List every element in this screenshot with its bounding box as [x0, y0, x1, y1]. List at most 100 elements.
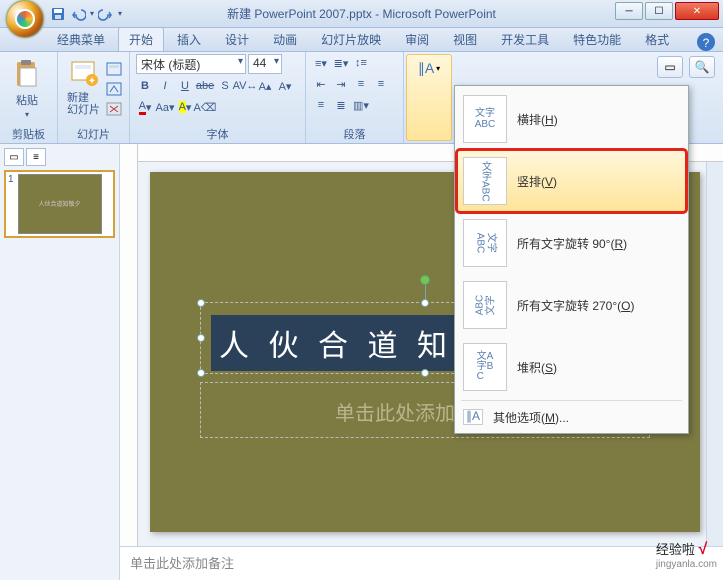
menu-item-vertical[interactable]: 文字ABC 竖排(V) — [457, 150, 686, 212]
check-icon: √ — [698, 541, 707, 558]
quick-access-toolbar: ▾ ▾ — [50, 6, 122, 22]
columns-button[interactable]: ▥▾ — [352, 96, 370, 114]
grow-font-button[interactable]: A▴ — [256, 77, 274, 95]
ribbon-tabs: 经典菜单 开始 插入 设计 动画 幻灯片放映 审阅 视图 开发工具 特色功能 格… — [0, 28, 723, 52]
character-spacing-button[interactable]: AV↔ — [236, 77, 254, 95]
paste-button[interactable]: 粘贴 ▾ — [6, 54, 48, 122]
text-direction-icon: ∥A — [418, 60, 434, 77]
clear-formatting-button[interactable]: A⌫ — [196, 98, 214, 116]
tab-classic-menu[interactable]: 经典菜单 — [46, 27, 116, 51]
minimize-button[interactable]: ─ — [615, 2, 643, 20]
resize-handle-n[interactable] — [421, 299, 429, 307]
shadow-button[interactable]: S — [216, 77, 234, 95]
outline-tab-icon[interactable]: ≡ — [26, 148, 46, 166]
font-name-selector[interactable]: 宋体 (标题) — [136, 54, 246, 74]
menu-item-stacked[interactable]: 文A 字B C 堆积(S) — [457, 336, 686, 398]
paste-label: 粘贴 — [16, 92, 38, 108]
change-case-button[interactable]: Aa▾ — [156, 98, 174, 116]
watermark-url: jingyanla.com — [656, 559, 717, 570]
tab-view[interactable]: 视图 — [442, 27, 488, 51]
shrink-font-button[interactable]: A▾ — [276, 77, 294, 95]
font-color-button[interactable]: A▾ — [136, 98, 154, 116]
increase-indent-button[interactable]: ⇥ — [332, 75, 350, 93]
notes-pane[interactable]: 单击此处添加备注 — [120, 546, 723, 580]
undo-icon[interactable] — [70, 6, 86, 22]
underline-button[interactable]: U — [176, 77, 194, 95]
italic-button[interactable]: I — [156, 77, 174, 95]
close-button[interactable]: ✕ — [675, 2, 719, 20]
rotate-90-icon: 文字 ABC — [463, 219, 507, 267]
slide-thumbnail-pane: ▭ ≡ 1 人伙合道知敬夕 — [0, 144, 120, 580]
delete-slide-icon[interactable] — [105, 100, 123, 118]
save-icon[interactable] — [50, 6, 66, 22]
strikethrough-button[interactable]: abe — [196, 77, 214, 95]
svg-text:✦: ✦ — [87, 76, 95, 87]
qat-customize-icon[interactable]: ▾ — [118, 9, 122, 18]
stacked-icon: 文A 字B C — [463, 343, 507, 391]
resize-handle-sw[interactable] — [197, 369, 205, 377]
tab-design[interactable]: 设计 — [214, 27, 260, 51]
office-button[interactable] — [6, 0, 44, 38]
group-slides-label: 幻灯片 — [58, 126, 129, 142]
more-options-icon: ∥A — [463, 409, 483, 425]
chevron-down-icon: ▾ — [25, 110, 29, 119]
watermark: 经验啦 √ jingyanla.com — [656, 539, 717, 570]
rotate-270-icon: ABC 文字 — [463, 281, 507, 329]
find-button[interactable]: 🔍 — [689, 56, 715, 78]
thumbnail-preview: 人伙合道知敬夕 — [18, 174, 102, 234]
tab-special[interactable]: 特色功能 — [562, 27, 632, 51]
menu-item-rotate-90[interactable]: 文字 ABC 所有文字旋转 90°(R) — [457, 212, 686, 274]
menu-item-rotate-270[interactable]: ABC 文字 所有文字旋转 270°(O) — [457, 274, 686, 336]
slides-tab-icon[interactable]: ▭ — [4, 148, 24, 166]
maximize-button[interactable]: ☐ — [645, 2, 673, 20]
vertical-ruler — [120, 144, 138, 546]
slide-thumbnail-1[interactable]: 1 人伙合道知敬夕 — [4, 170, 115, 238]
align-left-button[interactable]: ≡ — [352, 75, 370, 93]
title-text-selected[interactable]: 人 伙 合 道 知 — [211, 315, 461, 371]
menu-item-horizontal[interactable]: 文字 ABC 横排(H) — [457, 88, 686, 150]
resize-handle-nw[interactable] — [197, 299, 205, 307]
notes-placeholder: 单击此处添加备注 — [130, 556, 234, 571]
group-slides: ✦ 新建 幻灯片 幻灯片 — [58, 52, 130, 143]
tab-animation[interactable]: 动画 — [262, 27, 308, 51]
chevron-down-icon: ▾ — [436, 64, 440, 73]
bullets-button[interactable]: ≡▾ — [312, 54, 330, 72]
layout-icon[interactable] — [105, 60, 123, 78]
text-direction-button[interactable]: ∥A ▾ — [406, 54, 452, 141]
resize-handle-w[interactable] — [197, 334, 205, 342]
align-right-button[interactable]: ≡ — [312, 96, 330, 114]
undo-dropdown-icon[interactable]: ▾ — [90, 9, 94, 18]
line-spacing-button[interactable]: ↕≡ — [352, 54, 370, 72]
resize-handle-s[interactable] — [421, 369, 429, 377]
reset-icon[interactable] — [105, 80, 123, 98]
group-font-label: 字体 — [130, 126, 305, 142]
title-bar: ▾ ▾ 新建 PowerPoint 2007.pptx - Microsoft … — [0, 0, 723, 28]
vertical-scrollbar[interactable] — [706, 162, 723, 546]
text-direction-menu: 文字 ABC 横排(H) 文字ABC 竖排(V) 文字 ABC 所有文字旋转 9… — [454, 85, 689, 434]
menu-item-more-options[interactable]: ∥A 其他选项(M)... — [457, 403, 686, 431]
horizontal-icon: 文字 ABC — [463, 95, 507, 143]
font-size-selector[interactable]: 44 — [248, 54, 282, 74]
tab-developer[interactable]: 开发工具 — [490, 27, 560, 51]
help-button[interactable]: ? — [697, 33, 715, 51]
group-paragraph-label: 段落 — [306, 126, 403, 142]
tab-insert[interactable]: 插入 — [166, 27, 212, 51]
vertical-icon: 文字ABC — [463, 157, 507, 205]
justify-button[interactable]: ≣ — [332, 96, 350, 114]
rotation-handle[interactable] — [420, 275, 430, 285]
menu-separator — [461, 400, 682, 401]
tab-format[interactable]: 格式 — [634, 27, 680, 51]
tab-review[interactable]: 审阅 — [394, 27, 440, 51]
tab-home[interactable]: 开始 — [118, 27, 164, 51]
redo-icon[interactable] — [98, 6, 114, 22]
bold-button[interactable]: B — [136, 77, 154, 95]
tab-slideshow[interactable]: 幻灯片放映 — [310, 27, 392, 51]
numbering-button[interactable]: ≣▾ — [332, 54, 350, 72]
new-slide-button[interactable]: ✦ 新建 幻灯片 — [64, 54, 103, 122]
highlight-button[interactable]: A▾ — [176, 98, 194, 116]
group-font: 宋体 (标题) 44 B I U abe S AV↔ A▴ A▾ A▾ Aa▾ … — [130, 52, 306, 143]
decrease-indent-button[interactable]: ⇤ — [312, 75, 330, 93]
new-slide-icon: ✦ — [68, 58, 100, 90]
align-center-button[interactable]: ≡ — [372, 75, 390, 93]
shapes-button[interactable]: ▭ — [657, 56, 683, 78]
